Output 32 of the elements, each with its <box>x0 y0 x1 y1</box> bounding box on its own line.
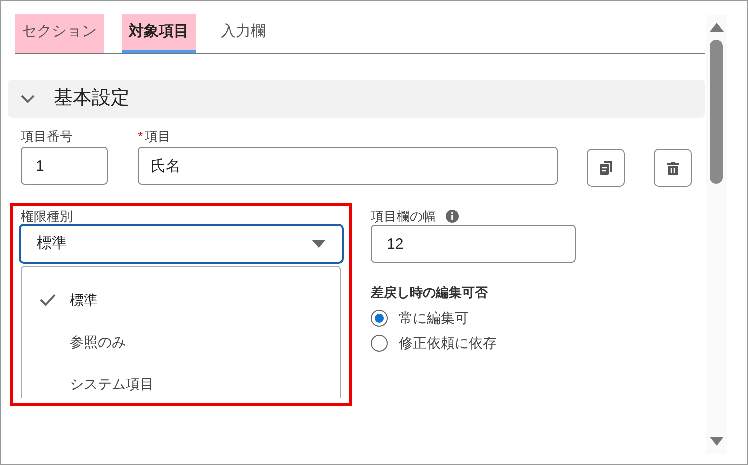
dropdown-option[interactable]: 参照のみ <box>22 321 340 363</box>
scroll-down-icon[interactable] <box>710 437 724 446</box>
dropdown-caret-icon <box>312 240 326 248</box>
field-label: 項目欄の幅 <box>371 209 436 224</box>
radio-option[interactable]: 常に編集可 <box>371 308 576 328</box>
scroll-thumb[interactable] <box>710 40 723 184</box>
section-header[interactable]: 基本設定 <box>8 80 705 118</box>
input-field[interactable]: 氏名 <box>138 147 558 185</box>
radio-button[interactable] <box>371 334 388 352</box>
field-label: 権限種別 <box>21 209 74 224</box>
select-field[interactable]: 標準 <box>19 224 344 264</box>
tab[interactable]: 対象項目 <box>122 14 196 53</box>
info-icon <box>446 210 459 223</box>
radio-button[interactable] <box>371 310 388 326</box>
trash-icon <box>667 161 679 175</box>
tab[interactable]: 入力欄 <box>214 14 273 53</box>
required-mark: * <box>138 128 144 146</box>
dropdown-option[interactable]: システム項目 <box>22 363 340 398</box>
copy-icon <box>599 160 613 176</box>
copy-button[interactable] <box>587 149 625 187</box>
scroll-up-icon[interactable] <box>710 23 724 32</box>
dropdown-option[interactable]: 標準 <box>22 279 340 321</box>
chevron-icon <box>20 94 36 104</box>
field-label: 項目番号 <box>21 128 74 146</box>
input-field[interactable]: 1 <box>21 147 108 185</box>
radio-option[interactable]: 修正依頼に依存 <box>371 334 576 352</box>
group-label: 差戻し時の編集可否 <box>371 284 489 302</box>
tab[interactable]: セクション <box>15 14 104 53</box>
scrollbar[interactable] <box>706 15 727 454</box>
input-field[interactable]: 12 <box>371 225 576 263</box>
field-label: 項目 <box>145 128 172 146</box>
delete-button[interactable] <box>654 149 692 187</box>
